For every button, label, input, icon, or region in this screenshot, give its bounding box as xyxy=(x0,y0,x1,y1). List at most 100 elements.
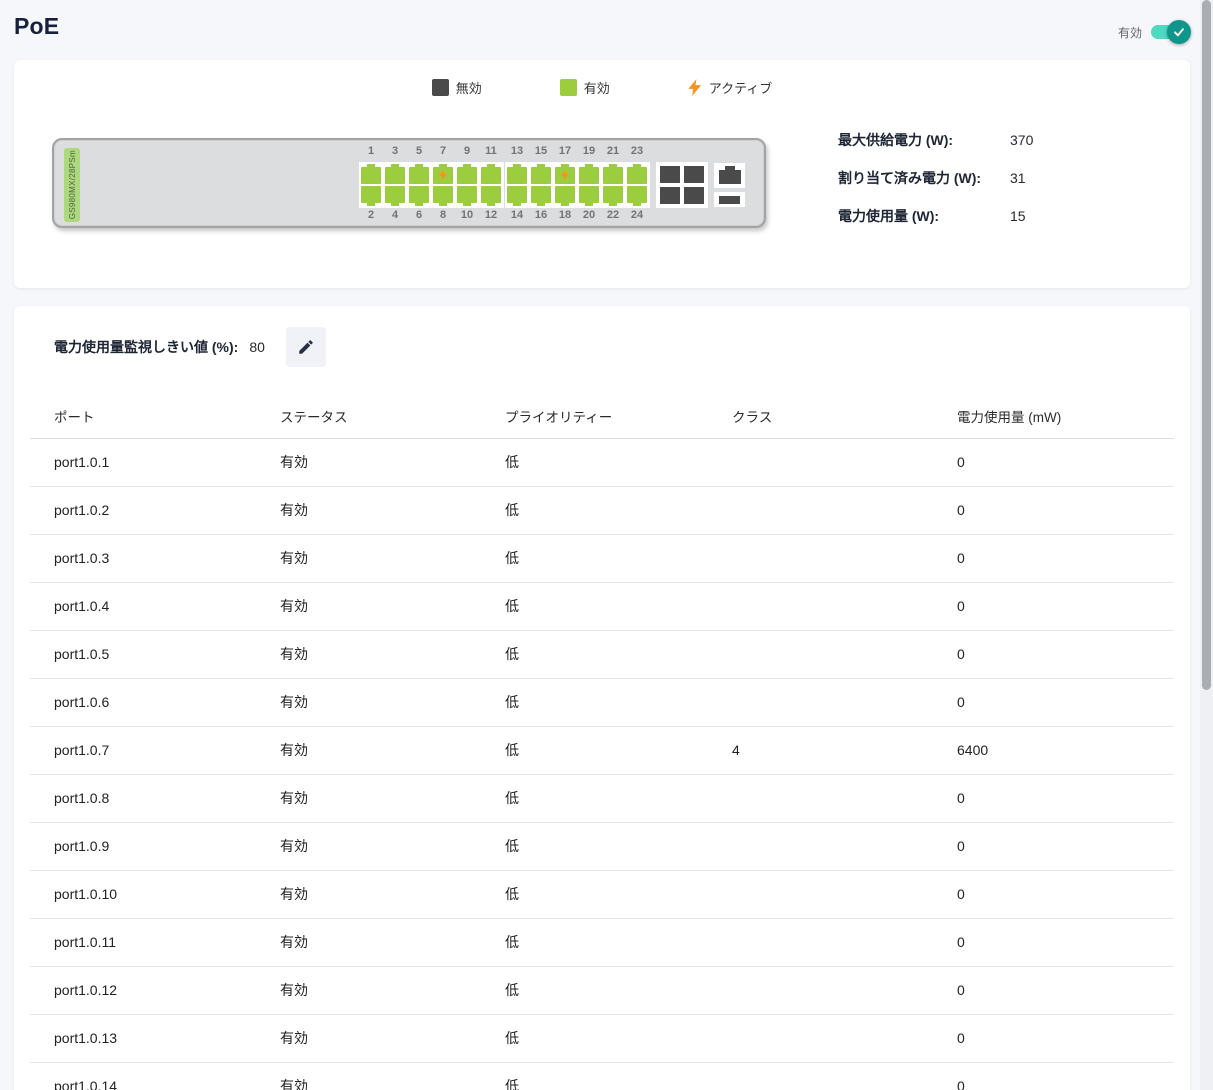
port-body xyxy=(507,167,527,184)
table-row: port1.0.11有効低0 xyxy=(30,918,1174,966)
power-value: 15 xyxy=(1010,208,1026,224)
cell-priority: 低 xyxy=(481,582,708,630)
port-number: 5 xyxy=(407,145,431,157)
legend-label: 無効 xyxy=(456,78,482,97)
cell-power: 0 xyxy=(933,438,1174,486)
cell-class xyxy=(708,966,933,1014)
port-number: 4 xyxy=(383,209,407,221)
port-body xyxy=(361,167,381,184)
cell-status: 有効 xyxy=(256,966,481,1014)
cell-port: port1.0.4 xyxy=(30,582,256,630)
port-14 xyxy=(507,186,527,206)
port-notch xyxy=(367,203,375,206)
cell-class xyxy=(708,678,933,726)
table-header-row: ポートステータスプライオリティークラス電力使用量 (mW) xyxy=(30,394,1174,438)
port-5 xyxy=(409,164,429,184)
uplink-port xyxy=(660,187,680,204)
port-number: 7 xyxy=(431,145,455,157)
uplink-ports-block xyxy=(656,162,708,208)
edit-threshold-button[interactable] xyxy=(286,327,326,367)
port-number: 19 xyxy=(577,145,601,157)
cell-class xyxy=(708,534,933,582)
cell-port: port1.0.13 xyxy=(30,1014,256,1062)
cell-power: 0 xyxy=(933,870,1174,918)
cell-port: port1.0.1 xyxy=(30,438,256,486)
port-number: 12 xyxy=(479,209,503,221)
port-body xyxy=(627,186,647,203)
sfp-slot-bar xyxy=(719,196,740,204)
port-body xyxy=(555,186,575,203)
port-16 xyxy=(531,186,551,206)
port-body xyxy=(579,167,599,184)
cell-power: 0 xyxy=(933,678,1174,726)
console-port xyxy=(714,163,745,188)
active-bolt-icon xyxy=(561,169,570,181)
port-number: 3 xyxy=(383,145,407,157)
column-header-2: プライオリティー xyxy=(481,394,708,438)
port-body xyxy=(481,186,501,203)
port-23 xyxy=(627,164,647,184)
cell-priority: 低 xyxy=(481,1062,708,1090)
port-body xyxy=(481,167,501,184)
port-number: 14 xyxy=(505,209,529,221)
power-summary-row: 割り当て済み電力 (W):31 xyxy=(838,167,1178,189)
port-column xyxy=(361,164,381,206)
cell-port: port1.0.12 xyxy=(30,966,256,1014)
port-8 xyxy=(433,186,453,206)
port-notch xyxy=(487,203,495,206)
port-notch xyxy=(415,203,423,206)
table-row: port1.0.1有効低0 xyxy=(30,438,1174,486)
power-value: 370 xyxy=(1010,132,1033,148)
port-notch xyxy=(439,203,447,206)
cell-priority: 低 xyxy=(481,822,708,870)
port-3 xyxy=(385,164,405,184)
port-number: 13 xyxy=(505,145,529,157)
cell-status: 有効 xyxy=(256,486,481,534)
port-number: 11 xyxy=(479,145,503,157)
scrollbar-track[interactable] xyxy=(1200,0,1213,1090)
cell-class xyxy=(708,918,933,966)
table-row: port1.0.5有効低0 xyxy=(30,630,1174,678)
cell-status: 有効 xyxy=(256,534,481,582)
power-value: 31 xyxy=(1010,170,1026,186)
enabled-port-swatch-icon xyxy=(560,79,577,96)
cell-port: port1.0.2 xyxy=(30,486,256,534)
port-13 xyxy=(507,164,527,184)
port-body xyxy=(409,167,429,184)
cell-priority: 低 xyxy=(481,630,708,678)
cell-power: 0 xyxy=(933,966,1174,1014)
port-notch xyxy=(391,203,399,206)
table-row: port1.0.10有効低0 xyxy=(30,870,1174,918)
port-9 xyxy=(457,164,477,184)
table-row: port1.0.6有効低0 xyxy=(30,678,1174,726)
poe-status-card: 無効 有効 アクティブ GS980MX/28PSm 13579111315171… xyxy=(14,60,1190,288)
cell-class xyxy=(708,486,933,534)
page-header: PoE 有効 xyxy=(0,0,1213,60)
cell-status: 有効 xyxy=(256,726,481,774)
column-header-1: ステータス xyxy=(256,394,481,438)
cell-priority: 低 xyxy=(481,774,708,822)
port-number: 17 xyxy=(553,145,577,157)
port-number: 8 xyxy=(431,209,455,221)
port-10 xyxy=(457,186,477,206)
cell-class: 4 xyxy=(708,726,933,774)
page-title: PoE xyxy=(14,13,59,40)
scrollbar-thumb[interactable] xyxy=(1202,0,1211,690)
cell-priority: 低 xyxy=(481,870,708,918)
legend-item-enabled: 有効 xyxy=(560,78,610,97)
port-17 xyxy=(555,164,575,184)
port-notch xyxy=(561,203,569,206)
cell-status: 有効 xyxy=(256,870,481,918)
table-row: port1.0.12有効低0 xyxy=(30,966,1174,1014)
port-body xyxy=(603,186,623,203)
cell-power: 0 xyxy=(933,918,1174,966)
cell-priority: 低 xyxy=(481,918,708,966)
port-notch xyxy=(633,203,641,206)
toggle-knob xyxy=(1167,20,1191,44)
port-number: 24 xyxy=(625,209,649,221)
cell-class xyxy=(708,1014,933,1062)
column-header-3: クラス xyxy=(708,394,933,438)
cell-priority: 低 xyxy=(481,534,708,582)
cell-priority: 低 xyxy=(481,1014,708,1062)
poe-enable-toggle[interactable] xyxy=(1151,20,1189,44)
